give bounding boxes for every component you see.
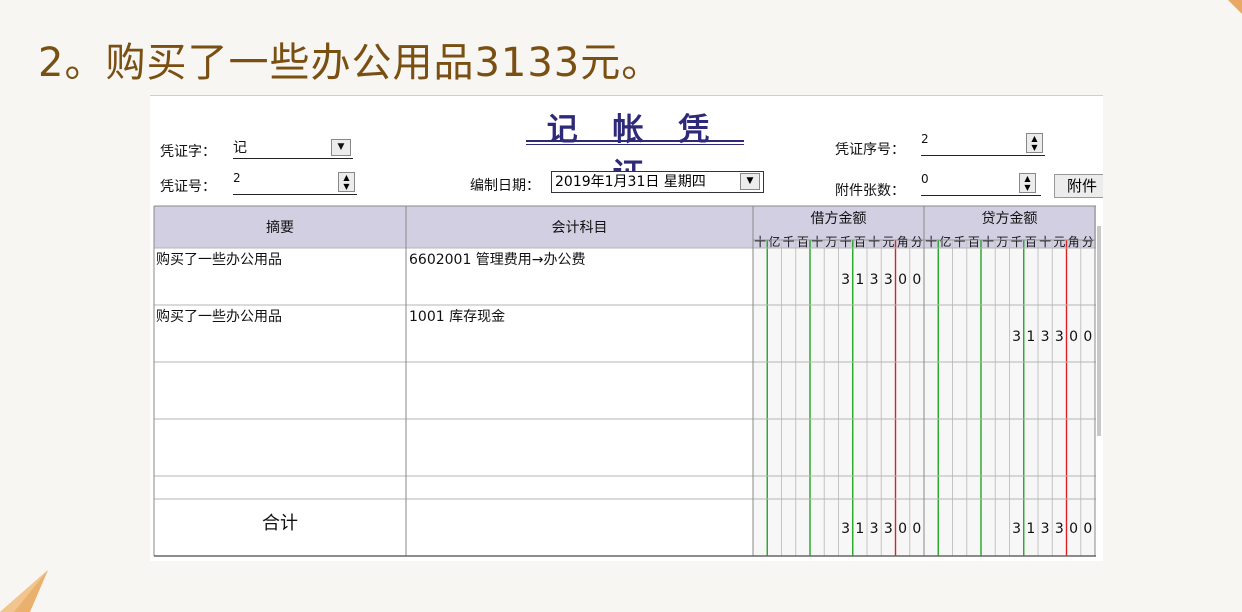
total-credit-digit: 1: [1026, 521, 1035, 537]
header-credit: 贷方金额: [982, 211, 1038, 227]
row-debit-digit: 3: [841, 272, 850, 288]
total-debit-digit: 1: [855, 521, 864, 537]
digit-unit-credit: 千: [1011, 235, 1023, 249]
digit-unit-debit: 元: [882, 235, 894, 249]
total-credit-digit: 3: [1055, 521, 1064, 537]
row-debit-digit: 0: [912, 272, 921, 288]
digit-unit-credit: 千: [954, 235, 966, 249]
digit-unit-credit: 十: [925, 235, 937, 249]
row-debit-digit: 3: [870, 272, 879, 288]
row-credit-digit: 0: [1083, 329, 1092, 345]
total-debit-digit: 0: [912, 521, 921, 537]
digit-unit-credit: 十: [1039, 235, 1051, 249]
total-credit-digit: 0: [1083, 521, 1092, 537]
digit-unit-credit: 元: [1053, 235, 1065, 249]
digit-unit-debit: 亿: [768, 234, 780, 249]
digit-unit-debit: 千: [840, 235, 852, 249]
row-summary: 购买了一些办公用品: [156, 252, 282, 268]
digit-unit-credit: 万: [996, 235, 1008, 249]
total-debit-digit: 3: [841, 521, 850, 537]
total-debit-digit: 0: [898, 521, 907, 537]
corner-decoration: [1228, 0, 1242, 14]
total-credit-digit: 0: [1069, 521, 1078, 537]
row-account: 6602001 管理费用→办公费: [409, 252, 586, 268]
total-credit-digit: 3: [1041, 521, 1050, 537]
digit-unit-debit: 十: [754, 235, 766, 249]
row-credit-digit: 3: [1012, 329, 1021, 345]
digit-unit-debit: 万: [825, 235, 837, 249]
digit-unit-credit: 角: [1068, 235, 1080, 249]
row-credit-digit: 1: [1026, 329, 1035, 345]
scrollbar-thumb: [1097, 226, 1101, 436]
digit-unit-credit: 亿: [939, 234, 951, 249]
digit-unit-debit: 分: [911, 235, 923, 249]
digit-unit-debit: 百: [797, 235, 809, 249]
ledger-grid: 摘要 会计科目借方金额 贷方金额十 十亿 亿千 千百 百十 十万 万千 千百 百十 十元 元角 角分 分购买…: [153, 205, 1101, 557]
digit-unit-credit: 百: [968, 235, 980, 249]
digit-unit-debit: 千: [783, 235, 795, 249]
total-debit-digit: 3: [870, 521, 879, 537]
row-debit-digit: 3: [884, 272, 893, 288]
row-credit-digit: 0: [1069, 329, 1078, 345]
row-summary: 购买了一些办公用品: [156, 309, 282, 325]
voucher-window: 记 帐 凭 证 凭证字： 记 ▼ 凭证号： 2 ▲▼ 编制日期： 2019年1月…: [150, 95, 1103, 561]
digit-unit-credit: 百: [1025, 235, 1037, 249]
header-account: 会计科目: [552, 220, 608, 236]
digit-unit-debit: 百: [854, 235, 866, 249]
header-summary: 摘要: [266, 219, 294, 236]
row-credit-digit: 3: [1041, 329, 1050, 345]
digit-unit-debit: 角: [897, 235, 909, 249]
row-credit-digit: 3: [1055, 329, 1064, 345]
total-debit-digit: 3: [884, 521, 893, 537]
arrow-decoration-icon: [0, 570, 48, 612]
total-credit-digit: 3: [1012, 521, 1021, 537]
digit-unit-credit: 十: [982, 235, 994, 249]
digit-unit-debit: 十: [868, 235, 880, 249]
page-headline: 2。购买了一些办公用品3133元。: [38, 40, 663, 86]
row-debit-digit: 1: [855, 272, 864, 288]
header-debit: 借方金额: [811, 211, 867, 227]
digit-unit-credit: 分: [1082, 235, 1094, 249]
row-account: 1001 库存现金: [409, 309, 505, 325]
row-debit-digit: 0: [898, 272, 907, 288]
total-label: 合计: [262, 513, 298, 534]
digit-unit-debit: 十: [811, 235, 823, 249]
